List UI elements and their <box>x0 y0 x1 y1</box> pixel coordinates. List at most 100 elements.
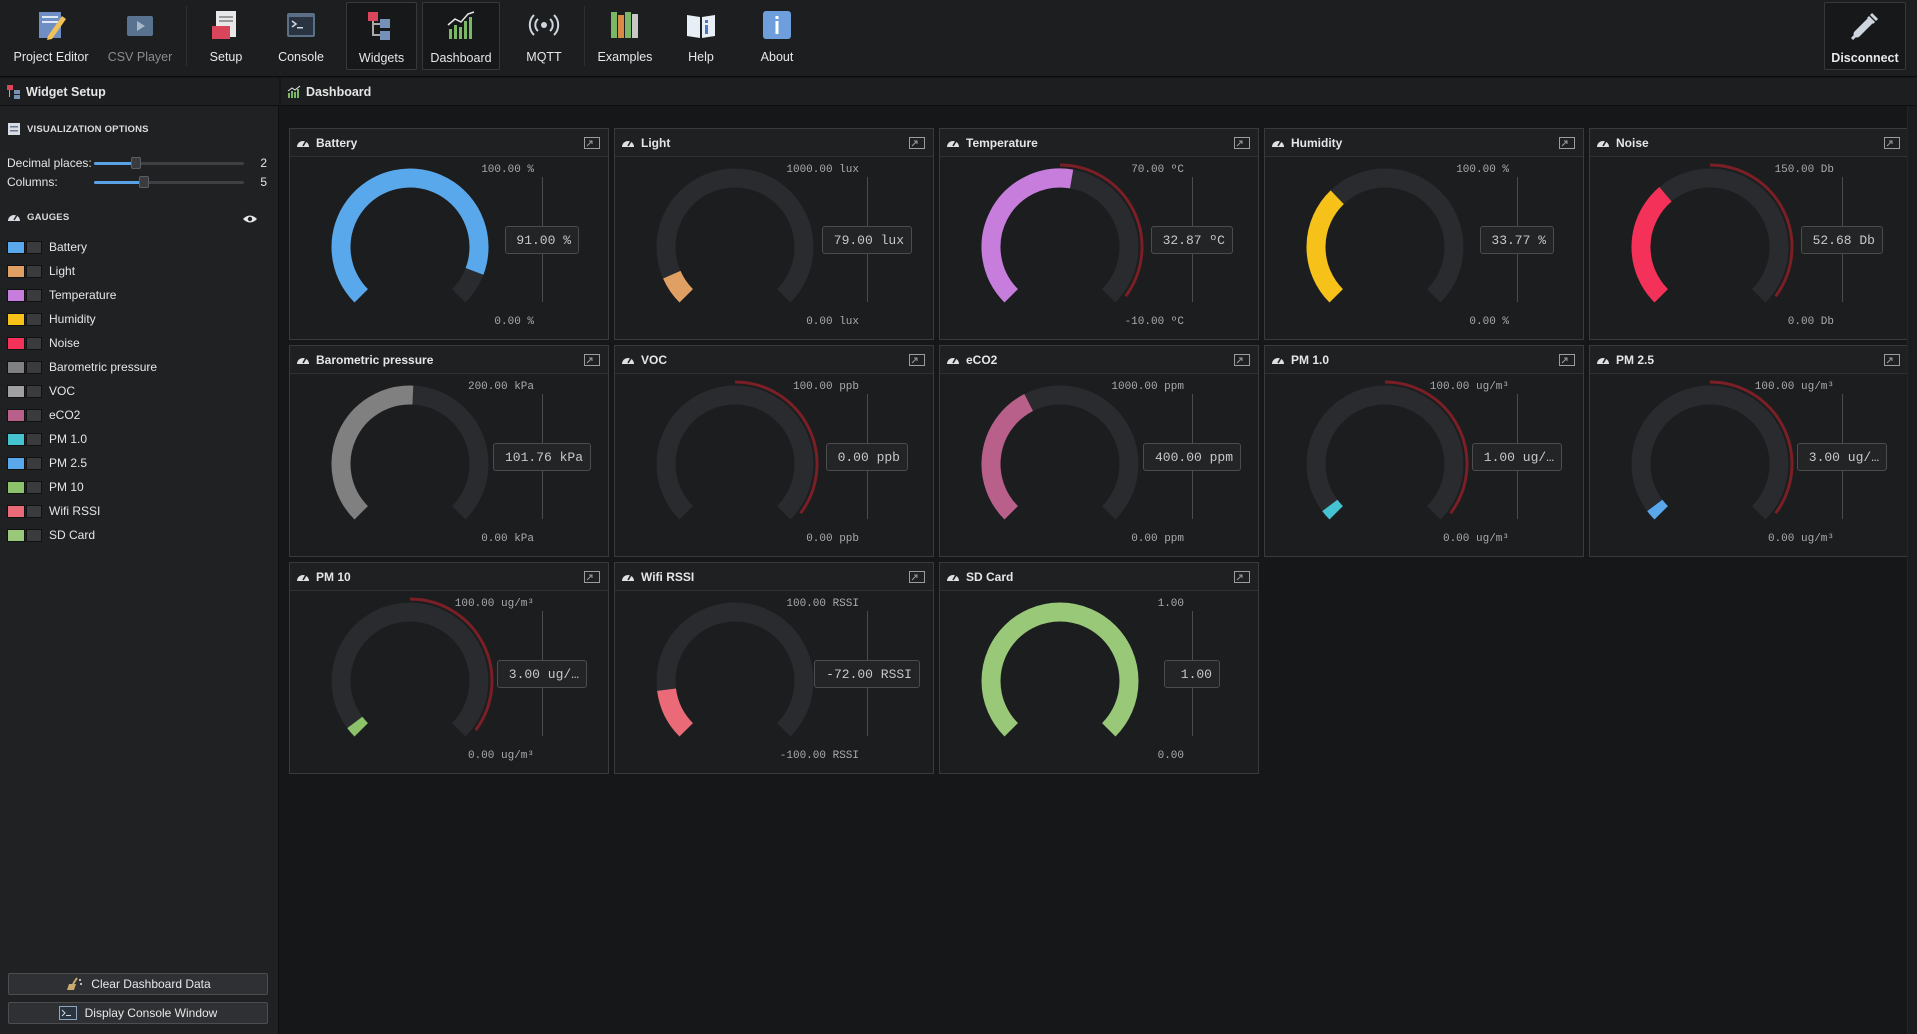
gauge-value-display: 1.00 ug/… <box>1472 443 1562 471</box>
gauge-color-swatch[interactable] <box>7 456 25 470</box>
disconnect-button[interactable]: Disconnect <box>1824 2 1906 70</box>
columns-handle[interactable] <box>138 176 149 188</box>
gauge-color-swatch[interactable] <box>7 408 25 422</box>
gauge-color-swatch[interactable] <box>7 264 25 278</box>
toolbar-separator <box>584 6 585 66</box>
gauge-visibility-checkbox[interactable] <box>26 456 42 470</box>
gauge-list-item[interactable]: Wifi RSSI <box>7 502 100 520</box>
widgets-button[interactable]: Widgets <box>346 2 417 70</box>
gauge-visibility-checkbox[interactable] <box>26 336 42 350</box>
gauge-visibility-checkbox[interactable] <box>26 480 42 494</box>
maximize-icon[interactable] <box>584 571 600 583</box>
maximize-icon[interactable] <box>1559 354 1575 366</box>
maximize-icon[interactable] <box>1884 354 1900 366</box>
decimal-places-value: 2 <box>260 156 267 170</box>
gauge-max-label: 100.00 ug/m³ <box>454 598 534 610</box>
gauge-visibility-checkbox[interactable] <box>26 264 42 278</box>
gauge-list-item[interactable]: SD Card <box>7 526 95 544</box>
gauge-widget-title: Wifi RSSI <box>641 569 695 584</box>
maximize-icon[interactable] <box>584 354 600 366</box>
dashboard-scrollbar[interactable] <box>1907 106 1917 1034</box>
gauge-list-item[interactable]: PM 2.5 <box>7 454 87 472</box>
gauge-value-display: 3.00 ug/… <box>497 660 587 688</box>
gauge-visibility-checkbox[interactable] <box>26 528 42 542</box>
clear-dashboard-data-button[interactable]: Clear Dashboard Data <box>8 973 268 995</box>
gauge-list-item-label: Battery <box>49 240 88 254</box>
gauge-visibility-checkbox[interactable] <box>26 432 42 446</box>
project-editor-icon <box>39 12 66 40</box>
gauge-list-item[interactable]: Battery <box>7 238 87 256</box>
columns-row: Columns: 5 <box>7 174 267 190</box>
gauge-color-swatch[interactable] <box>7 360 25 374</box>
columns-slider[interactable] <box>94 176 244 188</box>
examples-button[interactable]: Examples <box>592 2 658 70</box>
mqtt-button[interactable]: MQTT <box>512 2 576 70</box>
eye-icon[interactable] <box>243 214 257 224</box>
gauge-color-swatch[interactable] <box>7 528 25 542</box>
gauge-list-item[interactable]: eCO2 <box>7 406 80 424</box>
gauge-value-arc <box>981 394 1034 520</box>
gauge-color-swatch[interactable] <box>7 384 25 398</box>
about-button[interactable]: About <box>752 2 802 70</box>
decimal-places-handle[interactable] <box>131 157 141 169</box>
display-console-window-button[interactable]: Display Console Window <box>8 1002 268 1024</box>
gauge-list-item[interactable]: Noise <box>7 334 80 352</box>
gauge-min-label: 0.00 % <box>1469 316 1509 328</box>
gauge-visibility-checkbox[interactable] <box>26 408 42 422</box>
setup-button[interactable]: Setup <box>196 2 256 70</box>
maximize-icon[interactable] <box>584 137 600 149</box>
csv-player-button[interactable]: CSV Player <box>104 2 176 70</box>
gauge-list-item[interactable]: Humidity <box>7 310 96 328</box>
maximize-icon[interactable] <box>909 354 925 366</box>
maximize-icon[interactable] <box>1884 137 1900 149</box>
gauge-visibility-checkbox[interactable] <box>26 384 42 398</box>
gauge-list-item[interactable]: PM 1.0 <box>7 430 87 448</box>
gauge-color-swatch[interactable] <box>7 480 25 494</box>
gauge-list-item[interactable]: PM 10 <box>7 478 84 496</box>
plug-icon <box>1850 12 1879 41</box>
gauge-list-item[interactable]: VOC <box>7 382 75 400</box>
gauge-list-item[interactable]: Temperature <box>7 286 116 304</box>
gauge-track <box>1306 385 1464 520</box>
gauge-icon <box>297 574 309 581</box>
console-button[interactable]: Console <box>270 2 332 70</box>
gauge-max-label: 1000.00 lux <box>786 164 859 176</box>
gauge-visibility-checkbox[interactable] <box>26 504 42 518</box>
help-button[interactable]: Help <box>676 2 726 70</box>
gauge-widget-header: PM 2.5 <box>1590 346 1908 374</box>
gauge-color-swatch[interactable] <box>7 288 25 302</box>
gauge-visibility-checkbox[interactable] <box>26 288 42 302</box>
dashboard-button[interactable]: Dashboard <box>422 2 500 70</box>
gauge-color-swatch[interactable] <box>7 336 25 350</box>
gauge-widget-header: Barometric pressure <box>290 346 608 374</box>
gauge-visibility-checkbox[interactable] <box>26 240 42 254</box>
columns-fill <box>94 181 144 184</box>
gauge-icon <box>1272 140 1284 147</box>
gauge-value-display: 0.00 ppb <box>826 443 908 471</box>
gauge-color-swatch[interactable] <box>7 432 25 446</box>
maximize-icon[interactable] <box>1234 571 1250 583</box>
mqtt-label: MQTT <box>526 50 562 64</box>
gauge-color-swatch[interactable] <box>7 240 25 254</box>
gauge-list-item[interactable]: Barometric pressure <box>7 358 157 376</box>
maximize-icon[interactable] <box>909 571 925 583</box>
maximize-icon[interactable] <box>1234 354 1250 366</box>
widget-setup-title: Widget Setup <box>26 84 106 99</box>
gauge-color-swatch[interactable] <box>7 312 25 326</box>
gauge-visibility-checkbox[interactable] <box>26 360 42 374</box>
clear-dashboard-data-label: Clear Dashboard Data <box>91 977 211 991</box>
gauge-value-arc <box>981 602 1139 737</box>
maximize-icon[interactable] <box>1234 137 1250 149</box>
maximize-icon[interactable] <box>909 137 925 149</box>
gauge-min-label: 0.00 <box>1157 750 1184 762</box>
decimal-places-slider[interactable] <box>94 157 244 169</box>
maximize-icon[interactable] <box>1559 137 1575 149</box>
gauge-visibility-checkbox[interactable] <box>26 312 42 326</box>
gauge-widget-header: Wifi RSSI <box>615 563 933 591</box>
gauge-list-item[interactable]: Light <box>7 262 75 280</box>
gauge-color-swatch[interactable] <box>7 504 25 518</box>
widgets-icon <box>367 12 390 40</box>
about-label: About <box>760 50 794 64</box>
project-editor-button[interactable]: Project Editor <box>12 2 90 70</box>
gauge-list-item-label: SD Card <box>49 528 96 542</box>
